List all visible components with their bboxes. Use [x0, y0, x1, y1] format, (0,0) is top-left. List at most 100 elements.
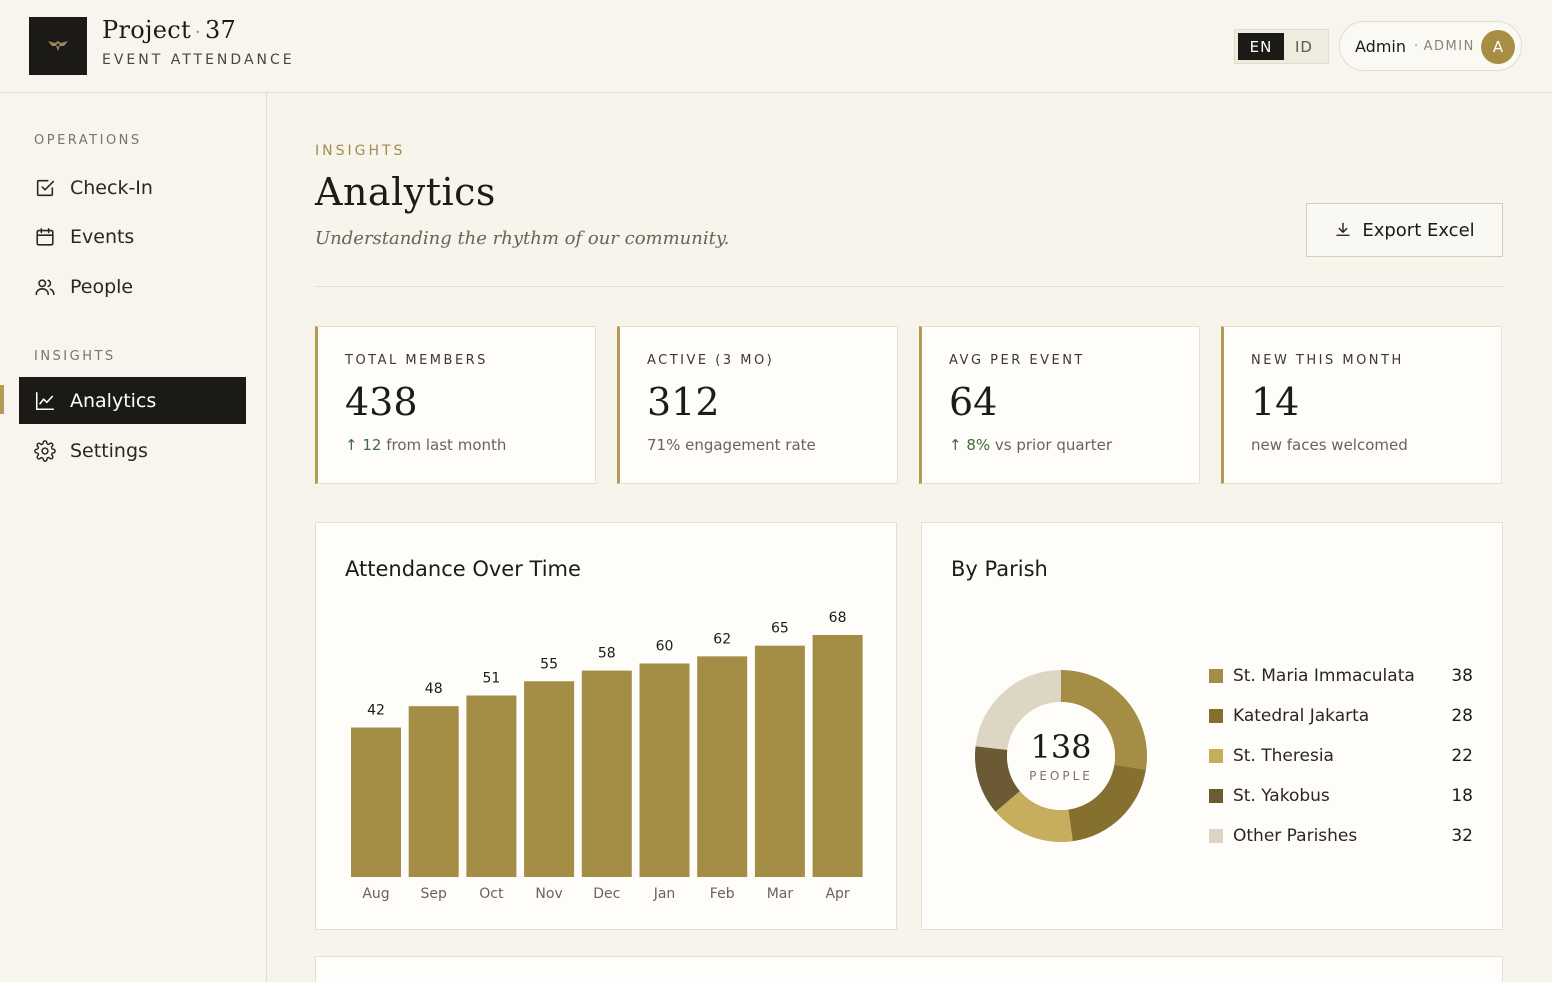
stat-card-new-this-month: NEW THIS MONTH 14 new faces welcomed: [1221, 326, 1502, 484]
brand-number: 37: [204, 16, 237, 44]
sidebar: OPERATIONS Check-In Events People INSIGH…: [0, 93, 267, 982]
lang-id-button[interactable]: ID: [1284, 33, 1324, 60]
stat-card-active: ACTIVE (3 MO) 312 71% engagement rate: [617, 326, 898, 484]
parish-donut-chart: 138 PEOPLE: [975, 670, 1147, 842]
sidebar-item-analytics[interactable]: Analytics: [19, 377, 246, 424]
header-divider: [315, 286, 1503, 287]
sidebar-item-check-in[interactable]: Check-In: [19, 164, 246, 211]
language-switcher: EN ID: [1234, 29, 1329, 64]
brand-name: Project: [102, 16, 191, 44]
top-bar: Project · 37 EVENT ATTENDANCE EN ID Admin …: [0, 0, 1552, 93]
bar-sep[interactable]: [408, 706, 459, 877]
avatar[interactable]: A: [1481, 30, 1515, 64]
legend-item[interactable]: St. Maria Immaculata 38: [1209, 664, 1473, 688]
next-card: [315, 956, 1503, 982]
legend-swatch: [1209, 669, 1223, 683]
user-role-text: ADMIN: [1423, 38, 1475, 54]
chart-title: By Parish: [951, 557, 1048, 581]
legend-label: Katedral Jakarta: [1233, 706, 1370, 726]
export-excel-button[interactable]: Export Excel: [1306, 203, 1503, 257]
sidebar-item-events[interactable]: Events: [19, 213, 246, 260]
x-tick-label: Apr: [825, 886, 849, 902]
legend-label: St. Yakobus: [1233, 786, 1330, 806]
stat-card-avg-per-event: AVG PER EVENT 64 ↑ 8% vs prior quarter: [919, 326, 1200, 484]
x-tick-label: Dec: [593, 886, 620, 902]
stat-note-text: new faces welcomed: [1251, 436, 1408, 454]
bar-value-label: 65: [771, 621, 789, 637]
bar-nov[interactable]: [524, 681, 575, 877]
page-subtitle: Understanding the rhythm of our communit…: [315, 228, 730, 249]
check-square-icon: [36, 179, 55, 196]
legend-swatch: [1209, 789, 1223, 803]
sidebar-item-label: Check-In: [70, 176, 153, 199]
x-tick-label: Feb: [710, 886, 735, 902]
stat-label: ACTIVE (3 MO): [647, 353, 775, 368]
gear-icon: [34, 439, 56, 462]
legend-item[interactable]: Other Parishes 32: [1209, 824, 1473, 848]
emblem-icon: [48, 41, 68, 51]
sidebar-section-operations: OPERATIONS: [34, 133, 142, 148]
bar-value-label: 58: [598, 646, 616, 662]
sidebar-item-label: People: [70, 275, 134, 298]
stat-note: ↑ 8% vs prior quarter: [949, 436, 1112, 454]
user-role: · ADMIN: [1414, 39, 1475, 54]
lang-en-button[interactable]: EN: [1238, 33, 1284, 60]
sidebar-item-label: Settings: [70, 439, 148, 462]
stat-value: 64: [949, 380, 998, 424]
stat-note-text: 71% engagement rate: [647, 436, 816, 454]
stat-value: 14: [1251, 380, 1300, 424]
legend-value: 18: [1451, 786, 1473, 806]
logo[interactable]: [29, 17, 87, 75]
user-menu[interactable]: Admin · ADMIN A: [1339, 21, 1522, 71]
stat-value: 438: [345, 380, 418, 424]
brand-subtitle: EVENT ATTENDANCE: [102, 52, 295, 68]
x-tick-label: Nov: [535, 886, 562, 902]
active-indicator: [0, 385, 4, 414]
legend-label: St. Maria Immaculata: [1233, 666, 1415, 686]
stat-note-text: vs prior quarter: [990, 436, 1113, 454]
bar-dec[interactable]: [581, 670, 632, 877]
page-eyebrow: INSIGHTS: [315, 143, 406, 159]
bar-aug[interactable]: [351, 727, 401, 877]
attendance-bar-chart: 42 Aug 48 Sep 51 Oct 55 Nov 58 Dec 60 Jan 62 Feb 65 Mar…: [351, 610, 863, 902]
stat-label: AVG PER EVENT: [949, 353, 1085, 368]
legend-swatch: [1209, 709, 1223, 723]
legend-item[interactable]: St. Yakobus 18: [1209, 784, 1473, 808]
export-label: Export Excel: [1362, 219, 1475, 241]
bar-value-label: 48: [425, 681, 443, 697]
bar-feb[interactable]: [697, 656, 748, 877]
stat-label: TOTAL MEMBERS: [345, 353, 488, 368]
bar-value-label: 62: [713, 631, 731, 647]
legend-value: 28: [1451, 706, 1473, 726]
sidebar-section-insights: INSIGHTS: [34, 349, 116, 364]
bar-apr[interactable]: [812, 635, 863, 877]
sidebar-item-label: Events: [70, 225, 135, 248]
legend-swatch: [1209, 749, 1223, 763]
legend-label: St. Theresia: [1233, 746, 1334, 766]
legend-item[interactable]: Katedral Jakarta 28: [1209, 704, 1473, 728]
sidebar-item-settings[interactable]: Settings: [19, 427, 246, 474]
brand-title: Project · 37: [102, 16, 236, 44]
stat-note-text: from last month: [381, 436, 507, 454]
x-tick-label: Oct: [479, 886, 504, 902]
line-chart-icon: [35, 391, 55, 410]
attendance-chart-card: Attendance Over Time 42 Aug 48 Sep 51 Oct 55 No…: [315, 522, 897, 930]
bar-oct[interactable]: [466, 695, 517, 878]
bar-value-label: 55: [540, 656, 558, 672]
bar-mar[interactable]: [754, 645, 805, 877]
bar-value-label: 42: [367, 703, 385, 719]
x-tick-label: Mar: [767, 886, 794, 902]
legend-value: 38: [1451, 666, 1473, 686]
bar-jan[interactable]: [639, 663, 690, 877]
stat-note: ↑ 12 from last month: [345, 436, 506, 454]
brand-separator: ·: [194, 22, 201, 43]
stat-note: new faces welcomed: [1251, 436, 1408, 454]
stat-value: 312: [647, 380, 720, 424]
sidebar-item-people[interactable]: People: [19, 263, 246, 310]
user-role-separator: ·: [1414, 38, 1420, 54]
bar-value-label: 60: [656, 638, 674, 654]
legend-item[interactable]: St. Theresia 22: [1209, 744, 1473, 768]
legend-value: 22: [1451, 746, 1473, 766]
stat-label: NEW THIS MONTH: [1251, 353, 1404, 368]
stat-note: 71% engagement rate: [647, 436, 816, 454]
